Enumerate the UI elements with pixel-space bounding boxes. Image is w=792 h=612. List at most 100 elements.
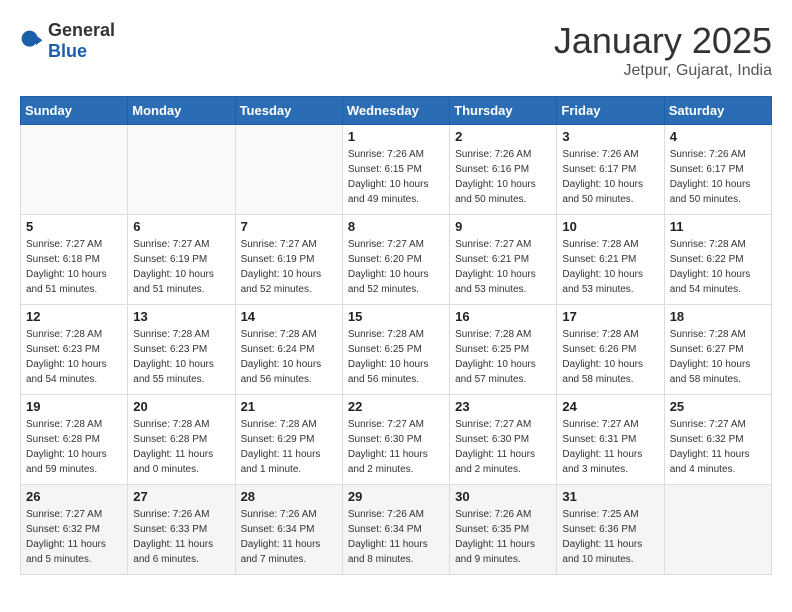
day-cell: 14Sunrise: 7:28 AM Sunset: 6:24 PM Dayli…: [235, 305, 342, 395]
day-cell: [128, 125, 235, 215]
day-number: 25: [670, 399, 766, 414]
day-info: Sunrise: 7:26 AM Sunset: 6:35 PM Dayligh…: [455, 507, 551, 567]
day-number: 17: [562, 309, 658, 324]
day-number: 2: [455, 129, 551, 144]
day-cell: 22 Sunrise: 7:27 AM Sunset: 6:30 PM Dayli…: [342, 395, 449, 485]
day-cell: [21, 125, 128, 215]
day-cell: 31Sunrise: 7:25 AM Sunset: 6:36 PM Dayli…: [557, 485, 664, 575]
day-info: Sunrise: 7:26 AM Sunset: 6:34 PM Dayligh…: [348, 507, 444, 567]
day-cell: 4 Sunrise: 7:26 AM Sunset: 6:17 PM Daylig…: [664, 125, 771, 215]
day-cell: 7 Sunrise: 7:27 AM Sunset: 6:19 PM Daylig…: [235, 215, 342, 305]
day-cell: 30Sunrise: 7:26 AM Sunset: 6:35 PM Dayli…: [450, 485, 557, 575]
day-cell: 8 Sunrise: 7:27 AM Sunset: 6:20 PM Daylig…: [342, 215, 449, 305]
title-block: January 2025 Jetpur, Gujarat, India: [554, 20, 772, 80]
day-info: Sunrise: 7:28 AM Sunset: 6:25 PM Dayligh…: [348, 327, 444, 387]
day-number: 15: [348, 309, 444, 324]
day-cell: 1 Sunrise: 7:26 AM Sunset: 6:15 PM Daylig…: [342, 125, 449, 215]
month-title: January 2025: [554, 20, 772, 62]
logo-blue: Blue: [48, 41, 87, 61]
day-number: 13: [133, 309, 229, 324]
day-info: Sunrise: 7:28 AM Sunset: 6:23 PM Dayligh…: [26, 327, 122, 387]
day-number: 7: [241, 219, 337, 234]
day-info: Sunrise: 7:26 AM Sunset: 6:17 PM Dayligh…: [670, 147, 766, 207]
day-cell: 27Sunrise: 7:26 AM Sunset: 6:33 PM Dayli…: [128, 485, 235, 575]
day-info: Sunrise: 7:26 AM Sunset: 6:15 PM Dayligh…: [348, 147, 444, 207]
day-number: 24: [562, 399, 658, 414]
day-cell: 16 Sunrise: 7:28 AM Sunset: 6:25 PM Dayli…: [450, 305, 557, 395]
day-cell: 12Sunrise: 7:28 AM Sunset: 6:23 PM Dayli…: [21, 305, 128, 395]
day-number: 4: [670, 129, 766, 144]
week-row-0: 1 Sunrise: 7:26 AM Sunset: 6:15 PM Daylig…: [21, 125, 772, 215]
day-cell: 10 Sunrise: 7:28 AM Sunset: 6:21 PM Dayli…: [557, 215, 664, 305]
day-number: 8: [348, 219, 444, 234]
day-cell: 18 Sunrise: 7:28 AM Sunset: 6:27 PM Dayli…: [664, 305, 771, 395]
week-row-1: 5 Sunrise: 7:27 AM Sunset: 6:18 PM Daylig…: [21, 215, 772, 305]
day-number: 21: [241, 399, 337, 414]
day-cell: 6 Sunrise: 7:27 AM Sunset: 6:19 PM Daylig…: [128, 215, 235, 305]
day-info: Sunrise: 7:27 AM Sunset: 6:32 PM Dayligh…: [670, 417, 766, 477]
day-cell: 21Sunrise: 7:28 AM Sunset: 6:29 PM Dayli…: [235, 395, 342, 485]
weekday-header-sunday: Sunday: [21, 97, 128, 125]
day-cell: 20 Sunrise: 7:28 AM Sunset: 6:28 PM Dayli…: [128, 395, 235, 485]
day-info: Sunrise: 7:28 AM Sunset: 6:26 PM Dayligh…: [562, 327, 658, 387]
day-info: Sunrise: 7:28 AM Sunset: 6:21 PM Dayligh…: [562, 237, 658, 297]
logo-icon: [20, 29, 44, 53]
day-number: 16: [455, 309, 551, 324]
day-info: Sunrise: 7:28 AM Sunset: 6:27 PM Dayligh…: [670, 327, 766, 387]
day-number: 3: [562, 129, 658, 144]
weekday-header-monday: Monday: [128, 97, 235, 125]
day-info: Sunrise: 7:28 AM Sunset: 6:28 PM Dayligh…: [26, 417, 122, 477]
day-number: 11: [670, 219, 766, 234]
day-info: Sunrise: 7:26 AM Sunset: 6:16 PM Dayligh…: [455, 147, 551, 207]
day-number: 5: [26, 219, 122, 234]
day-number: 18: [670, 309, 766, 324]
day-cell: 17 Sunrise: 7:28 AM Sunset: 6:26 PM Dayli…: [557, 305, 664, 395]
day-info: Sunrise: 7:26 AM Sunset: 6:33 PM Dayligh…: [133, 507, 229, 567]
day-info: Sunrise: 7:27 AM Sunset: 6:19 PM Dayligh…: [241, 237, 337, 297]
day-info: Sunrise: 7:27 AM Sunset: 6:32 PM Dayligh…: [26, 507, 122, 567]
day-number: 6: [133, 219, 229, 234]
weekday-header-saturday: Saturday: [664, 97, 771, 125]
day-number: 22: [348, 399, 444, 414]
logo-general: General: [48, 20, 115, 40]
day-number: 23: [455, 399, 551, 414]
weekday-header-friday: Friday: [557, 97, 664, 125]
day-info: Sunrise: 7:28 AM Sunset: 6:24 PM Dayligh…: [241, 327, 337, 387]
day-number: 31: [562, 489, 658, 504]
week-row-4: 26Sunrise: 7:27 AM Sunset: 6:32 PM Dayli…: [21, 485, 772, 575]
day-info: Sunrise: 7:28 AM Sunset: 6:22 PM Dayligh…: [670, 237, 766, 297]
day-cell: 5 Sunrise: 7:27 AM Sunset: 6:18 PM Daylig…: [21, 215, 128, 305]
day-number: 19: [26, 399, 122, 414]
day-info: Sunrise: 7:27 AM Sunset: 6:18 PM Dayligh…: [26, 237, 122, 297]
day-info: Sunrise: 7:27 AM Sunset: 6:20 PM Dayligh…: [348, 237, 444, 297]
day-info: Sunrise: 7:27 AM Sunset: 6:19 PM Dayligh…: [133, 237, 229, 297]
day-info: Sunrise: 7:27 AM Sunset: 6:30 PM Dayligh…: [348, 417, 444, 477]
day-cell: 23Sunrise: 7:27 AM Sunset: 6:30 PM Dayli…: [450, 395, 557, 485]
day-number: 10: [562, 219, 658, 234]
day-info: Sunrise: 7:27 AM Sunset: 6:31 PM Dayligh…: [562, 417, 658, 477]
day-cell: 11 Sunrise: 7:28 AM Sunset: 6:22 PM Dayli…: [664, 215, 771, 305]
header: General Blue January 2025 Jetpur, Gujara…: [20, 20, 772, 80]
day-cell: 2 Sunrise: 7:26 AM Sunset: 6:16 PM Daylig…: [450, 125, 557, 215]
day-number: 9: [455, 219, 551, 234]
day-cell: [235, 125, 342, 215]
logo: General Blue: [20, 20, 115, 62]
day-cell: 26Sunrise: 7:27 AM Sunset: 6:32 PM Dayli…: [21, 485, 128, 575]
day-cell: 29 Sunrise: 7:26 AM Sunset: 6:34 PM Dayli…: [342, 485, 449, 575]
day-cell: [664, 485, 771, 575]
day-info: Sunrise: 7:26 AM Sunset: 6:17 PM Dayligh…: [562, 147, 658, 207]
day-cell: 13Sunrise: 7:28 AM Sunset: 6:23 PM Dayli…: [128, 305, 235, 395]
location: Jetpur, Gujarat, India: [554, 62, 772, 80]
day-cell: 28 Sunrise: 7:26 AM Sunset: 6:34 PM Dayli…: [235, 485, 342, 575]
day-number: 20: [133, 399, 229, 414]
day-number: 29: [348, 489, 444, 504]
day-number: 28: [241, 489, 337, 504]
day-info: Sunrise: 7:28 AM Sunset: 6:25 PM Dayligh…: [455, 327, 551, 387]
day-info: Sunrise: 7:26 AM Sunset: 6:34 PM Dayligh…: [241, 507, 337, 567]
day-cell: 3 Sunrise: 7:26 AM Sunset: 6:17 PM Daylig…: [557, 125, 664, 215]
week-row-2: 12Sunrise: 7:28 AM Sunset: 6:23 PM Dayli…: [21, 305, 772, 395]
day-cell: 19 Sunrise: 7:28 AM Sunset: 6:28 PM Dayli…: [21, 395, 128, 485]
weekday-header-tuesday: Tuesday: [235, 97, 342, 125]
day-info: Sunrise: 7:28 AM Sunset: 6:28 PM Dayligh…: [133, 417, 229, 477]
day-number: 1: [348, 129, 444, 144]
